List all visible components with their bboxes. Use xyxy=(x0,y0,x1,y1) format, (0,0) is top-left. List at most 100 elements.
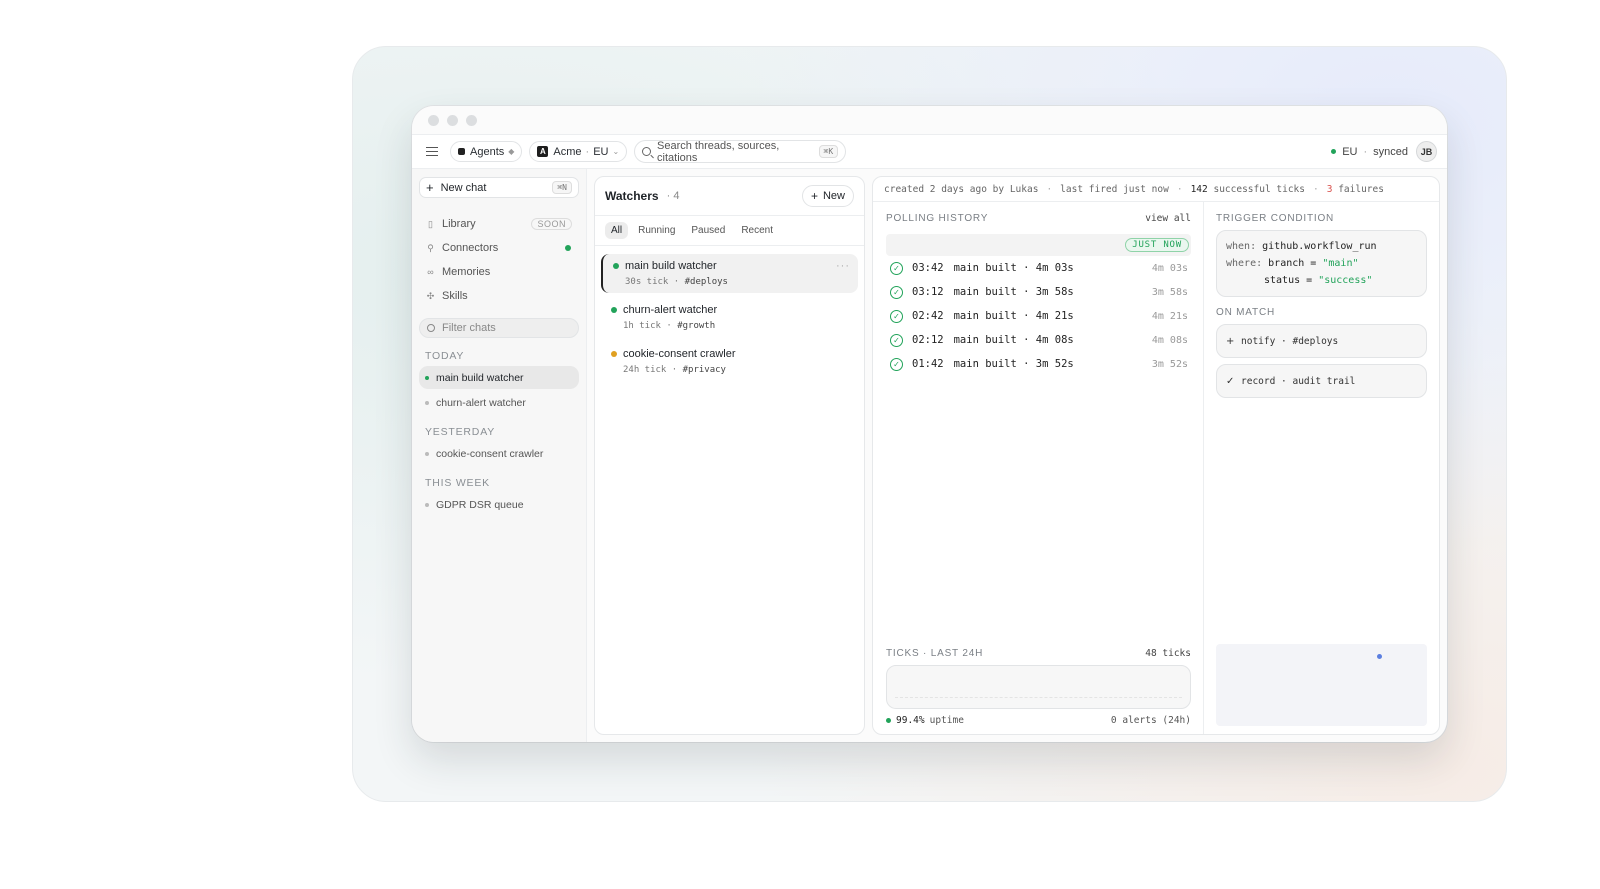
history-row[interactable]: ✓ 02:42 main built · 4m 21s 4m 21s xyxy=(886,304,1191,328)
workspace-selector[interactable]: Agents ◆ xyxy=(450,141,523,162)
on-match-action[interactable]: + notify · #deploys xyxy=(1216,324,1427,358)
sync-status: EU · synced JB xyxy=(1331,141,1437,162)
history-row[interactable]: ✓ 01:42 main built · 3m 52s 3m 52s xyxy=(886,352,1191,376)
org-selector[interactable]: A Acme · EU ⌄ xyxy=(529,141,628,162)
history-row[interactable]: ✓ 02:12 main built · 4m 08s 4m 08s xyxy=(886,328,1191,352)
history-time: 03:42 xyxy=(912,262,944,274)
search-input[interactable]: Search threads, sources, citations ⌘K xyxy=(634,139,847,164)
sidebar-item-label: Connectors xyxy=(442,242,499,254)
history-text: main built · 4m 21s xyxy=(953,310,1074,322)
hamburger-menu-icon[interactable] xyxy=(426,146,438,157)
toolbar: Agents ◆ A Acme · EU ⌄ Search threads, s… xyxy=(412,135,1447,169)
history-duration: 3m 58s xyxy=(1151,286,1188,298)
filter-chats-input[interactable]: Filter chats xyxy=(419,318,579,338)
history-row[interactable]: ✓ 03:42 main built · 4m 03s 4m 03s xyxy=(886,256,1191,280)
chevron-down-icon: ⌄ xyxy=(612,147,620,156)
tab-paused[interactable]: Paused xyxy=(685,222,731,239)
on-match-action[interactable]: ✓ record · audit trail xyxy=(1216,364,1427,398)
failures-label: failures xyxy=(1338,183,1384,195)
watcher-item[interactable]: cookie-consent crawler 24h tick · #priva… xyxy=(601,342,858,381)
more-icon[interactable]: ··· xyxy=(836,260,850,272)
watcher-item[interactable]: churn-alert watcher 1h tick · #growth xyxy=(601,298,858,337)
history-text: main built · 3m 52s xyxy=(953,358,1074,370)
on-match-title: ON MATCH xyxy=(1216,307,1275,318)
sidebar-item-connectors[interactable]: ⚲ Connectors xyxy=(419,236,579,260)
trigger-title: TRIGGER CONDITION xyxy=(1216,213,1335,224)
window-zoom-button[interactable] xyxy=(466,114,477,126)
soon-badge: SOON xyxy=(531,218,572,230)
region-label: EU xyxy=(1342,145,1358,158)
check-circle-icon: ✓ xyxy=(890,333,903,347)
status-dot xyxy=(611,351,617,357)
history-duration: 4m 21s xyxy=(1151,310,1188,322)
chevron-updown-icon: ◆ xyxy=(508,147,515,156)
search-placeholder: Search threads, sources, citations xyxy=(657,139,780,164)
chat-item[interactable]: GDPR DSR queue xyxy=(419,493,579,516)
history-text: main built · 4m 08s xyxy=(953,334,1074,346)
tab-all[interactable]: All xyxy=(605,222,629,239)
avatar[interactable]: JB xyxy=(1416,141,1437,162)
watchers-panel: Watchers · 4 + New All Running Paused Re… xyxy=(594,176,865,735)
watcher-name: main build watcher xyxy=(625,260,717,272)
chat-item[interactable]: cookie-consent crawler xyxy=(419,442,579,465)
ticks-count: 48 ticks xyxy=(1145,648,1191,659)
new-watcher-button[interactable]: + New xyxy=(801,185,854,207)
book-icon: ▯ xyxy=(428,218,433,229)
new-chat-label: New chat xyxy=(440,181,487,194)
chat-item[interactable]: main build watcher xyxy=(419,366,579,389)
new-chat-button[interactable]: + New chat ⌘N xyxy=(419,177,579,198)
failures-count: 3 xyxy=(1326,183,1333,195)
window-close-button[interactable] xyxy=(428,114,439,126)
watcher-item[interactable]: main build watcher 30s tick · #deploys ·… xyxy=(601,254,858,293)
history-row[interactable]: ✓ 03:12 main built · 3m 58s 3m 58s xyxy=(886,280,1191,304)
bullet-icon xyxy=(425,451,429,456)
tab-running[interactable]: Running xyxy=(632,222,681,239)
sync-label: synced xyxy=(1373,145,1408,158)
watcher-channel: #growth xyxy=(677,321,716,331)
trigger-panel: TRIGGER CONDITION when: github.workflow_… xyxy=(1204,202,1439,734)
watcher-tabs: All Running Paused Recent xyxy=(595,216,864,246)
plus-icon: + xyxy=(426,180,434,195)
ticks-title: TICKS · LAST 24H xyxy=(886,648,984,659)
title-bar xyxy=(412,106,1447,135)
memory-icon: ∞ xyxy=(427,267,434,277)
filter-placeholder: Filter chats xyxy=(442,322,496,334)
trigger-condition-code: when: github.workflow_run where: branch … xyxy=(1216,230,1427,297)
uptime-dot xyxy=(886,718,891,723)
tab-recent[interactable]: Recent xyxy=(735,222,779,239)
ticks-footer: 99.4% uptime 0 alerts (24h) xyxy=(886,715,1191,726)
view-all-link[interactable]: view all xyxy=(1145,213,1191,224)
check-circle-icon: ✓ xyxy=(890,261,903,275)
bullet-icon xyxy=(425,375,429,380)
chat-item[interactable]: churn-alert watcher xyxy=(419,391,579,414)
sidebar: + New chat ⌘N ▯ Library SOON ⚲ Connector… xyxy=(412,169,587,742)
history-text: main built · 3m 58s xyxy=(953,286,1074,298)
status-key: status = xyxy=(1264,275,1313,286)
sidebar-item-library[interactable]: ▯ Library SOON xyxy=(419,212,579,236)
search-shortcut: ⌘K xyxy=(818,145,839,158)
window-minimize-button[interactable] xyxy=(447,114,458,126)
successful-count: 142 xyxy=(1190,183,1208,195)
action-text: notify · #deploys xyxy=(1241,335,1339,347)
when-key: when: xyxy=(1226,241,1257,252)
polling-history: POLLING HISTORY view all JUST NOW ✓ 03:4… xyxy=(873,202,1204,734)
status-value: "success" xyxy=(1318,275,1373,286)
acme-logo-icon: A xyxy=(537,146,549,157)
watcher-name: churn-alert watcher xyxy=(623,304,718,316)
new-watcher-label: New xyxy=(822,190,845,202)
history-time: 02:42 xyxy=(912,310,944,322)
activity-preview-panel xyxy=(1216,644,1427,726)
chat-item-label: GDPR DSR queue xyxy=(436,498,524,511)
group-label-yesterday: YESTERDAY xyxy=(425,426,496,438)
successful-label: successful ticks xyxy=(1213,183,1305,195)
sidebar-item-memories[interactable]: ∞ Memories xyxy=(419,260,579,284)
plug-icon: ⚲ xyxy=(427,242,434,253)
watcher-tick: 1h tick xyxy=(623,321,661,331)
created-info: created 2 days ago by Lukas xyxy=(884,183,1039,195)
sidebar-item-skills[interactable]: ✣ Skills xyxy=(419,284,579,308)
watcher-tick: 24h tick xyxy=(623,365,667,375)
app-window: Agents ◆ A Acme · EU ⌄ Search threads, s… xyxy=(412,106,1447,742)
new-chat-shortcut: ⌘N xyxy=(552,181,572,194)
history-duration: 3m 52s xyxy=(1151,358,1188,370)
sidebar-item-label: Library xyxy=(442,218,476,230)
